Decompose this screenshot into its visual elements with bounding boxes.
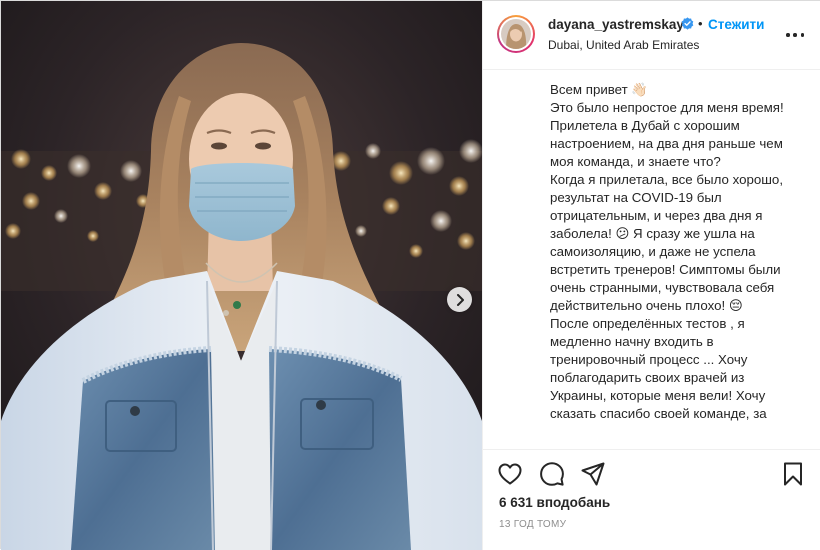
separator-dot: •	[698, 16, 703, 31]
post-timestamp[interactable]: 13 ГОД ТОМУ	[499, 519, 566, 530]
username-link[interactable]: dayana_yastremskay	[548, 17, 684, 32]
heart-icon	[498, 463, 522, 485]
comment-icon	[540, 462, 564, 486]
share-button[interactable]	[580, 461, 606, 487]
paper-plane-icon	[581, 462, 605, 486]
post-caption: Всем привет 👋🏻 Это было непростое для ме…	[550, 82, 784, 421]
avatar	[501, 19, 531, 49]
follow-button[interactable]: Стежити	[708, 17, 764, 32]
likes-count[interactable]: 6 631 вподобань	[499, 495, 610, 510]
comment-button[interactable]	[539, 461, 565, 487]
location-link[interactable]: Dubai, United Arab Emirates	[548, 38, 699, 52]
post-header: dayana_yastremskay • Стежити Dubai, Unit…	[483, 1, 820, 70]
post-side-panel: dayana_yastremskay • Стежити Dubai, Unit…	[482, 1, 820, 550]
chevron-right-icon	[456, 293, 464, 306]
more-dot	[800, 33, 804, 37]
save-button[interactable]	[780, 461, 806, 487]
more-dot	[793, 33, 797, 37]
avatar-frame	[499, 17, 533, 51]
instagram-post: dayana_yastremskay • Стежити Dubai, Unit…	[0, 0, 820, 550]
action-bar	[483, 449, 820, 497]
story-ring[interactable]	[497, 15, 535, 53]
more-dot	[786, 33, 790, 37]
more-options-icon[interactable]	[786, 27, 804, 43]
post-media[interactable]	[1, 1, 482, 550]
like-button[interactable]	[497, 461, 523, 487]
verified-badge-icon	[681, 17, 694, 30]
next-media-button[interactable]	[447, 287, 472, 312]
post-photo	[1, 1, 482, 550]
caption-fade	[483, 441, 820, 449]
bookmark-icon	[784, 462, 802, 486]
